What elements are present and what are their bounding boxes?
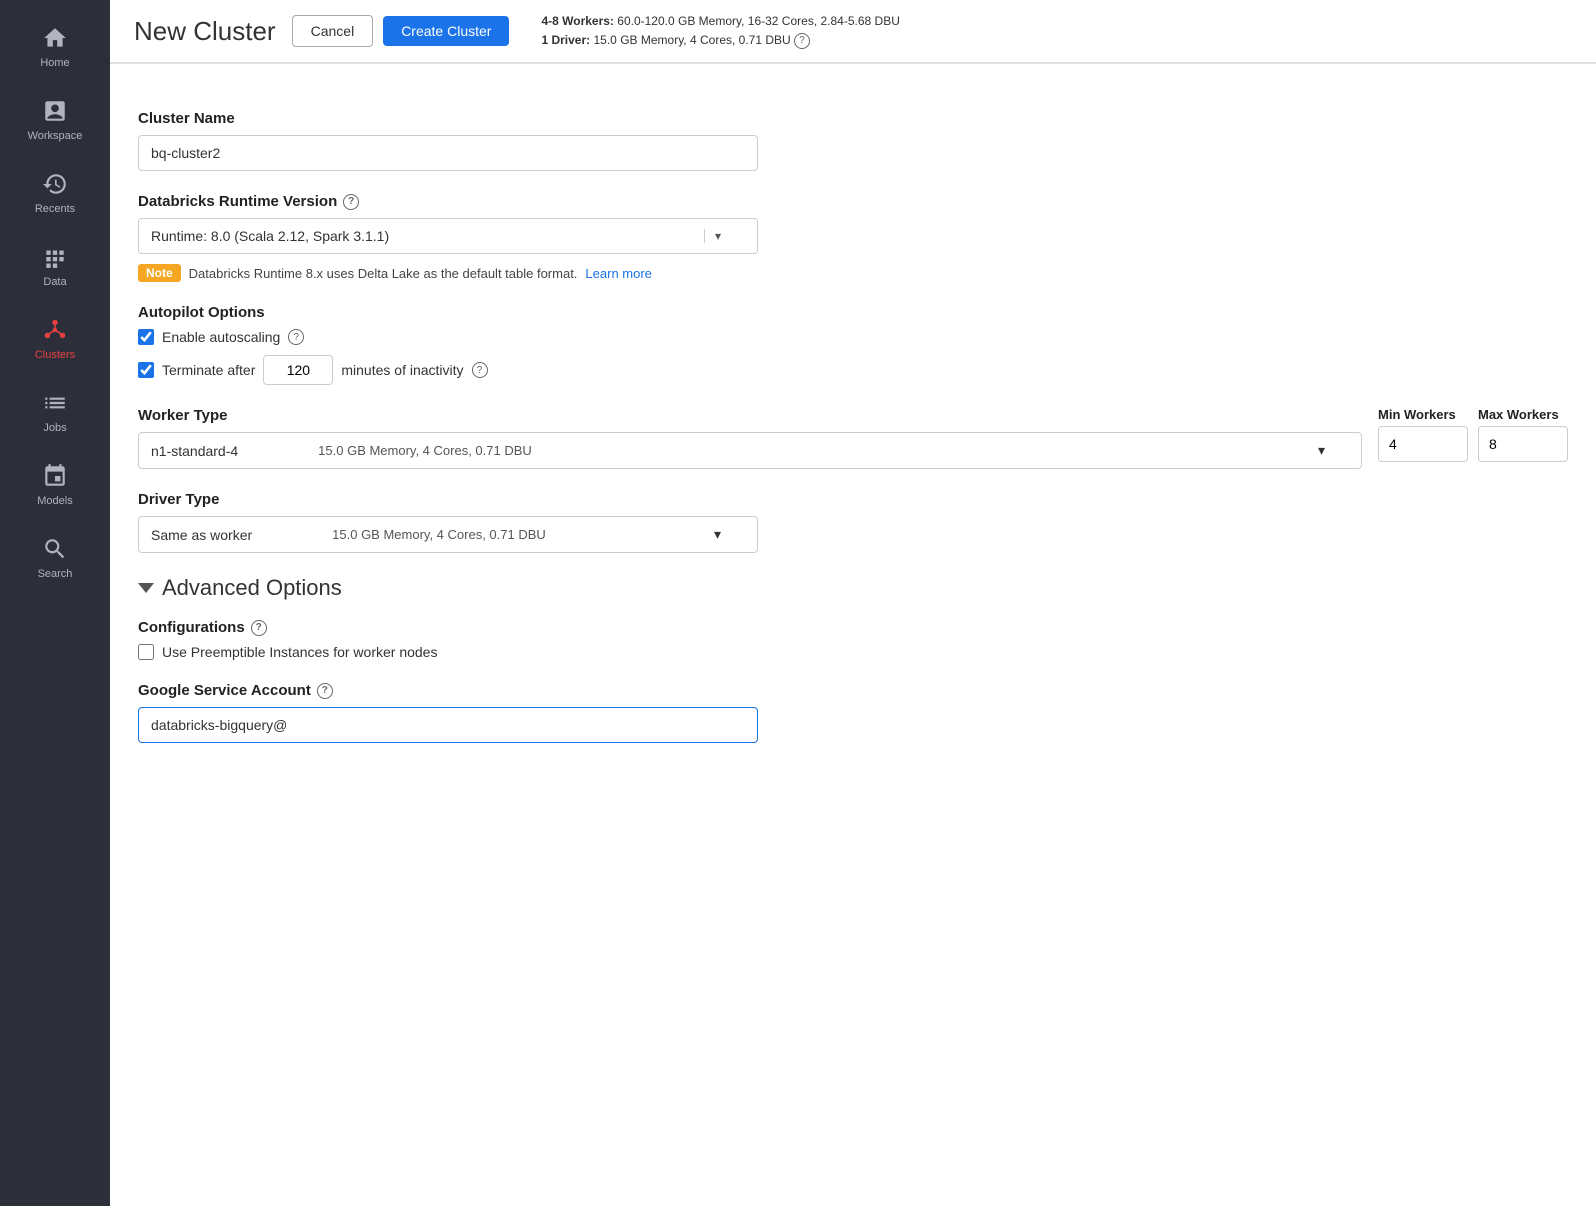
- preemptible-checkbox[interactable]: [138, 644, 154, 660]
- max-workers-label: Max Workers: [1478, 407, 1568, 422]
- min-workers-col: Min Workers: [1378, 407, 1468, 462]
- note-badge: Note: [138, 264, 181, 282]
- sidebar-search-label: Search: [38, 568, 73, 580]
- worker-type-label: Worker Type: [138, 407, 1362, 424]
- workers-info-bold: 4-8 Workers:: [541, 14, 613, 28]
- runtime-select-value: Runtime: 8.0 (Scala 2.12, Spark 3.1.1): [151, 228, 389, 244]
- sidebar-workspace-label: Workspace: [28, 130, 83, 142]
- sidebar-item-jobs[interactable]: Jobs: [0, 375, 110, 448]
- search-icon: [41, 535, 69, 563]
- sidebar-recents-label: Recents: [35, 203, 75, 215]
- configurations-help-icon[interactable]: ?: [251, 620, 267, 636]
- header-actions: Cancel Create Cluster: [292, 15, 510, 47]
- autoscaling-row: Enable autoscaling ?: [138, 329, 1568, 345]
- runtime-help-icon[interactable]: ?: [343, 194, 359, 210]
- worker-type-select[interactable]: n1-standard-4 15.0 GB Memory, 4 Cores, 0…: [138, 432, 1362, 469]
- sidebar-item-workspace[interactable]: Workspace: [0, 83, 110, 156]
- preemptible-label: Use Preemptible Instances for worker nod…: [162, 644, 437, 660]
- configurations-section: Configurations ? Use Preemptible Instanc…: [138, 619, 1568, 660]
- terminate-help-icon[interactable]: ?: [472, 362, 488, 378]
- configurations-label: Configurations ?: [138, 619, 1568, 636]
- driver-type-select[interactable]: Same as worker 15.0 GB Memory, 4 Cores, …: [138, 516, 758, 553]
- header-divider: [110, 63, 1596, 64]
- runtime-note: Note Databricks Runtime 8.x uses Delta L…: [138, 264, 1568, 282]
- jobs-icon: [41, 389, 69, 417]
- driver-info-bold: 1 Driver:: [541, 33, 590, 47]
- form-content: Cluster Name Databricks Runtime Version …: [110, 86, 1596, 1206]
- driver-type-section: Driver Type Same as worker 15.0 GB Memor…: [138, 491, 1568, 553]
- recents-icon: [41, 170, 69, 198]
- driver-help-icon[interactable]: ?: [794, 33, 810, 49]
- create-cluster-button[interactable]: Create Cluster: [383, 16, 509, 46]
- autoscaling-help-icon[interactable]: ?: [288, 329, 304, 345]
- runtime-section: Databricks Runtime Version ? Runtime: 8.…: [138, 193, 1568, 282]
- sidebar-item-home[interactable]: Home: [0, 10, 110, 83]
- runtime-chevron-icon: ▾: [704, 229, 721, 243]
- sidebar-item-search[interactable]: Search: [0, 521, 110, 594]
- sidebar-item-recents[interactable]: Recents: [0, 156, 110, 229]
- cluster-resource-info: 4-8 Workers: 60.0-120.0 GB Memory, 16-32…: [541, 12, 899, 50]
- google-service-input[interactable]: [138, 707, 758, 743]
- workers-info-rest: 60.0-120.0 GB Memory, 16-32 Cores, 2.84-…: [617, 14, 900, 28]
- max-workers-input[interactable]: [1478, 426, 1568, 462]
- sidebar-item-models[interactable]: Models: [0, 448, 110, 521]
- terminate-label: Terminate after: [162, 362, 255, 378]
- terminate-suffix: minutes of inactivity: [341, 362, 463, 378]
- autopilot-label: Autopilot Options: [138, 304, 1568, 321]
- driver-info-rest: 15.0 GB Memory, 4 Cores, 0.71 DBU: [594, 33, 791, 47]
- page-title: New Cluster: [134, 16, 276, 47]
- autoscaling-label: Enable autoscaling: [162, 329, 280, 345]
- google-service-section: Google Service Account ?: [138, 682, 1568, 743]
- cancel-button[interactable]: Cancel: [292, 15, 374, 47]
- sidebar: Home Workspace Recents Data: [0, 0, 110, 1206]
- driver-type-select-wrapper: Same as worker 15.0 GB Memory, 4 Cores, …: [138, 516, 758, 553]
- driver-type-chevron-icon: ▾: [714, 526, 721, 543]
- cluster-name-section: Cluster Name: [138, 110, 1568, 171]
- preemptible-row: Use Preemptible Instances for worker nod…: [138, 644, 1568, 660]
- runtime-label: Databricks Runtime Version ?: [138, 193, 1568, 210]
- sidebar-home-label: Home: [40, 57, 69, 69]
- terminate-checkbox[interactable]: [138, 362, 154, 378]
- data-icon: [41, 243, 69, 271]
- page-header: New Cluster Cancel Create Cluster 4-8 Wo…: [110, 0, 1596, 63]
- autopilot-section: Autopilot Options Enable autoscaling ? T…: [138, 304, 1568, 385]
- sidebar-data-label: Data: [43, 276, 66, 288]
- driver-type-value: Same as worker: [151, 527, 252, 543]
- runtime-select-wrapper: Runtime: 8.0 (Scala 2.12, Spark 3.1.1) ▾: [138, 218, 758, 254]
- terminate-row: Terminate after minutes of inactivity ?: [138, 355, 1568, 385]
- worker-type-section: Worker Type n1-standard-4 15.0 GB Memory…: [138, 407, 1568, 469]
- sidebar-item-clusters[interactable]: Clusters: [0, 302, 110, 375]
- worker-type-specs: 15.0 GB Memory, 4 Cores, 0.71 DBU: [318, 443, 532, 459]
- google-service-label: Google Service Account ?: [138, 682, 1568, 699]
- sidebar-clusters-label: Clusters: [35, 349, 75, 361]
- worker-type-value: n1-standard-4: [151, 443, 238, 459]
- runtime-select[interactable]: Runtime: 8.0 (Scala 2.12, Spark 3.1.1) ▾: [138, 218, 758, 254]
- home-icon: [41, 24, 69, 52]
- note-text: Databricks Runtime 8.x uses Delta Lake a…: [189, 266, 578, 281]
- sidebar-models-label: Models: [37, 495, 72, 507]
- sidebar-jobs-label: Jobs: [43, 422, 66, 434]
- workspace-icon: [41, 97, 69, 125]
- terminate-input[interactable]: [263, 355, 333, 385]
- driver-type-specs: 15.0 GB Memory, 4 Cores, 0.71 DBU: [332, 527, 546, 543]
- advanced-options-label: Advanced Options: [162, 575, 342, 601]
- cluster-name-input[interactable]: [138, 135, 758, 171]
- min-workers-input[interactable]: [1378, 426, 1468, 462]
- advanced-collapse-icon: [138, 583, 154, 593]
- max-workers-col: Max Workers: [1478, 407, 1568, 462]
- worker-type-chevron-icon: ▾: [1318, 442, 1325, 459]
- google-service-help-icon[interactable]: ?: [317, 683, 333, 699]
- learn-more-link[interactable]: Learn more: [585, 266, 651, 281]
- min-workers-label: Min Workers: [1378, 407, 1468, 422]
- sidebar-item-data[interactable]: Data: [0, 229, 110, 302]
- driver-type-label: Driver Type: [138, 491, 1568, 508]
- autoscaling-checkbox[interactable]: [138, 329, 154, 345]
- advanced-options-header[interactable]: Advanced Options: [138, 575, 1568, 601]
- models-icon: [41, 462, 69, 490]
- cluster-name-label: Cluster Name: [138, 110, 1568, 127]
- clusters-icon: [41, 316, 69, 344]
- main-content: New Cluster Cancel Create Cluster 4-8 Wo…: [110, 0, 1596, 1206]
